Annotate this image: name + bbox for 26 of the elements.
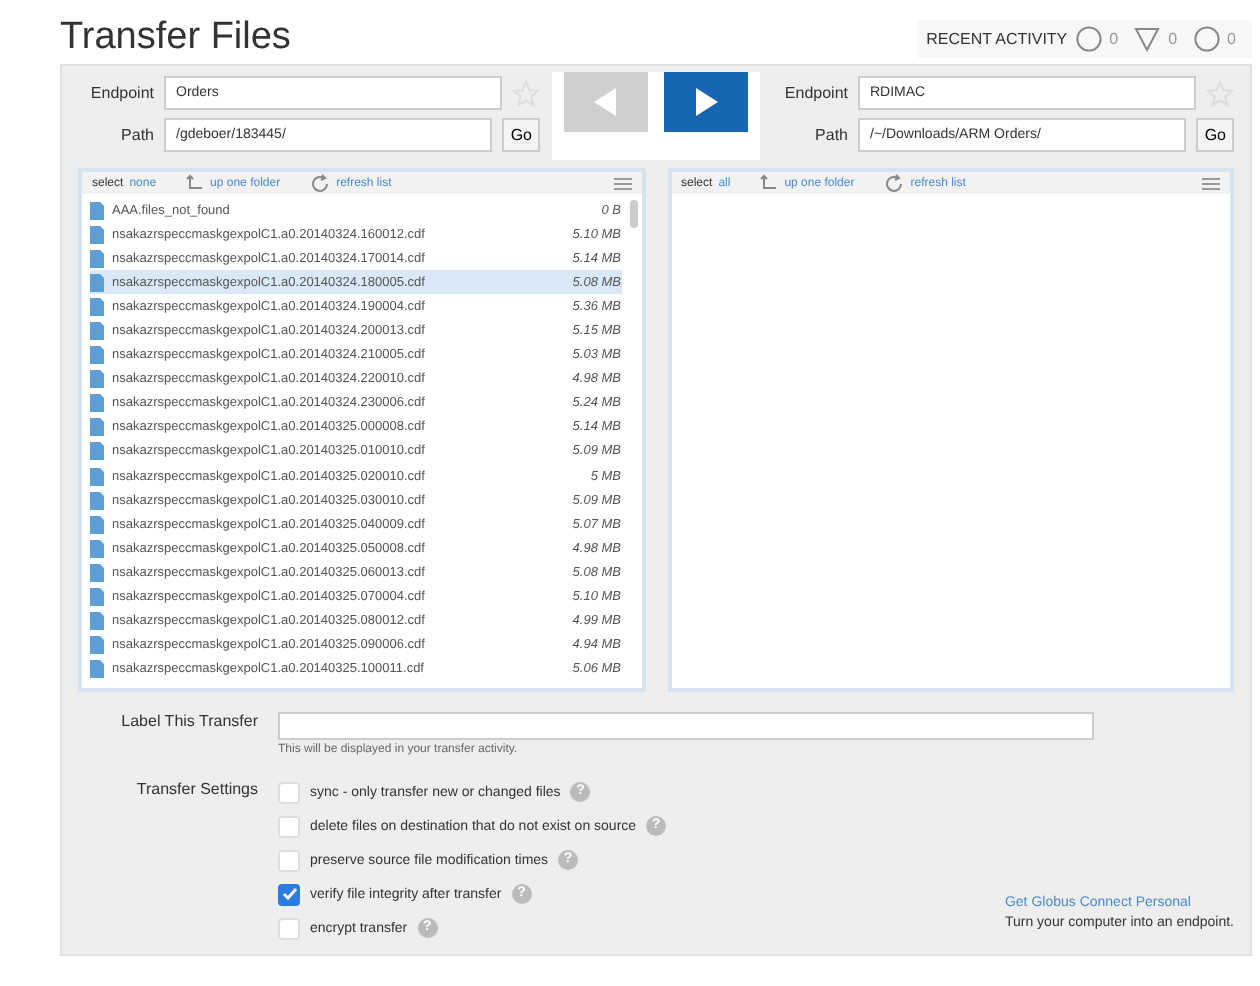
scrollbar-thumb[interactable]	[629, 200, 637, 228]
transfer-right-button[interactable]	[664, 72, 748, 132]
label-input-field[interactable]	[278, 712, 1094, 740]
up-folder-icon[interactable]	[186, 174, 205, 192]
checkbox[interactable]	[278, 883, 300, 905]
activity-count: 0	[1168, 29, 1178, 47]
refresh-icon[interactable]	[884, 173, 905, 193]
menu-icon[interactable]	[613, 175, 631, 191]
label-transfer-label: Label This Transfer	[119, 712, 258, 734]
go-button[interactable]: Go	[1196, 118, 1234, 152]
triangle-icon	[1134, 25, 1161, 51]
path-label: Path	[813, 126, 848, 144]
transfer-settings-label: Transfer Settings	[134, 780, 258, 802]
path-label: Path	[119, 126, 154, 144]
endpoint-label: Endpoint	[782, 84, 848, 102]
endpoint-label: Endpoint	[88, 84, 154, 102]
go-button[interactable]: Go	[502, 118, 540, 152]
menu-icon[interactable]	[1202, 175, 1220, 191]
activity-count: 0	[1227, 29, 1236, 47]
circle-icon	[1193, 25, 1220, 51]
refresh-icon[interactable]	[310, 173, 331, 193]
recent-activity-label: RECENT ACTIVITY	[926, 29, 1068, 47]
page-title: Transfer Files	[60, 16, 291, 60]
activity-count: 0	[1109, 29, 1119, 47]
circle-icon	[1075, 25, 1102, 51]
up-folder-icon[interactable]	[760, 174, 779, 192]
